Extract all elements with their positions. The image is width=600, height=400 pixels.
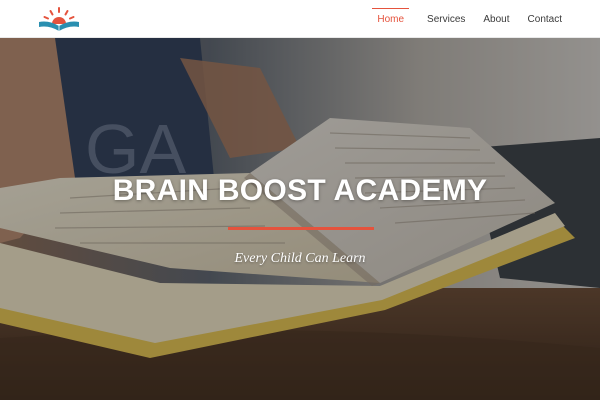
nav-home-link[interactable]: Home [372,0,409,38]
nav-about-link[interactable]: About [483,0,509,38]
site-header: Home Services About Contact [0,0,600,38]
hero-title-underline [228,227,374,230]
main-nav: Home Services About Contact [372,0,562,38]
hero-section: GA BRAIN BOOST ACADEMY Every Child Can L… [0,38,600,400]
hero-title: BRAIN BOOST ACADEMY [112,174,488,207]
site-logo-icon[interactable] [36,7,82,33]
nav-services-link[interactable]: Services [427,0,465,38]
hero-dark-overlay [0,38,600,400]
hero-subtitle: Every Child Can Learn [234,251,366,266]
nav-contact-link[interactable]: Contact [528,0,562,38]
